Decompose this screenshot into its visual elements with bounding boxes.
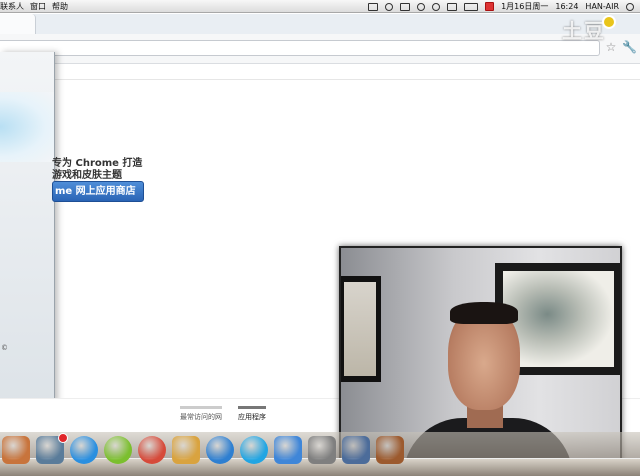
wrench-menu-icon[interactable]: 🔧 bbox=[622, 39, 637, 55]
spotify-icon[interactable] bbox=[104, 436, 132, 464]
flower-icon bbox=[604, 17, 614, 27]
ichat-icon[interactable] bbox=[274, 436, 302, 464]
picture-frame-left bbox=[341, 276, 381, 382]
status-area: 1月16日周一 16:24 HAN-AIR bbox=[368, 0, 634, 13]
address-bar[interactable] bbox=[0, 40, 600, 56]
input-method-icon[interactable] bbox=[485, 2, 495, 11]
app-store-icon[interactable] bbox=[70, 436, 98, 464]
tab-most-visited[interactable]: 最常访问的网 bbox=[180, 406, 222, 422]
bluetooth-icon[interactable] bbox=[417, 2, 426, 11]
menu-window[interactable]: 窗口 bbox=[30, 1, 52, 12]
notification-badge bbox=[58, 433, 68, 443]
chrome-icon[interactable] bbox=[138, 436, 166, 464]
time-machine-icon[interactable] bbox=[385, 2, 394, 11]
keyboard-icon[interactable] bbox=[400, 2, 411, 11]
artwork-left bbox=[344, 282, 376, 376]
battery-icon[interactable] bbox=[464, 2, 479, 11]
browser-tab[interactable] bbox=[0, 14, 36, 34]
spotlight-search-icon[interactable] bbox=[626, 2, 634, 11]
archive-icon[interactable] bbox=[172, 436, 200, 464]
tab-indicator bbox=[180, 406, 222, 409]
side-panel-glow bbox=[0, 92, 54, 162]
web-store-button[interactable]: me 网上应用商店 bbox=[52, 181, 144, 202]
person-hair bbox=[450, 302, 518, 324]
user-name[interactable]: HAN-AIR bbox=[585, 1, 619, 12]
imovie-icon[interactable] bbox=[376, 436, 404, 464]
menu-bar: 联系人 窗口 帮助 1月16日周一 16:24 HAN-AIR bbox=[0, 0, 640, 13]
iphoto-icon[interactable] bbox=[342, 436, 370, 464]
folder-icon[interactable] bbox=[2, 436, 30, 464]
tab-apps[interactable]: 应用程序 bbox=[238, 406, 266, 422]
tudou-watermark: 土豆 bbox=[562, 15, 624, 43]
watermark-logo: 土豆 bbox=[562, 19, 606, 43]
camera-icon[interactable] bbox=[368, 2, 379, 11]
tab-most-visited-label: 最常访问的网 bbox=[180, 413, 222, 421]
app-menus: 联系人 窗口 帮助 bbox=[0, 1, 74, 12]
side-panel: © bbox=[0, 52, 55, 404]
tab-indicator-active bbox=[238, 406, 266, 409]
promo-text-line2: 游戏和皮肤主题 bbox=[52, 170, 122, 181]
date-label[interactable]: 1月16日周一 bbox=[501, 1, 548, 12]
tab-strip bbox=[0, 14, 640, 34]
skype-icon[interactable] bbox=[240, 436, 268, 464]
volume-icon[interactable] bbox=[447, 2, 458, 11]
wifi-icon[interactable] bbox=[432, 2, 441, 11]
tab-apps-label: 应用程序 bbox=[238, 413, 266, 421]
clock-label[interactable]: 16:24 bbox=[555, 1, 578, 12]
copyright-icon: © bbox=[1, 344, 8, 352]
bookmark-star-icon[interactable]: ☆ bbox=[604, 39, 618, 55]
bookmark-bar bbox=[0, 64, 640, 80]
system-preferences-icon[interactable] bbox=[308, 436, 336, 464]
itunes-icon[interactable] bbox=[206, 436, 234, 464]
menu-contacts[interactable]: 联系人 bbox=[0, 1, 30, 12]
menu-help[interactable]: 帮助 bbox=[52, 1, 74, 12]
